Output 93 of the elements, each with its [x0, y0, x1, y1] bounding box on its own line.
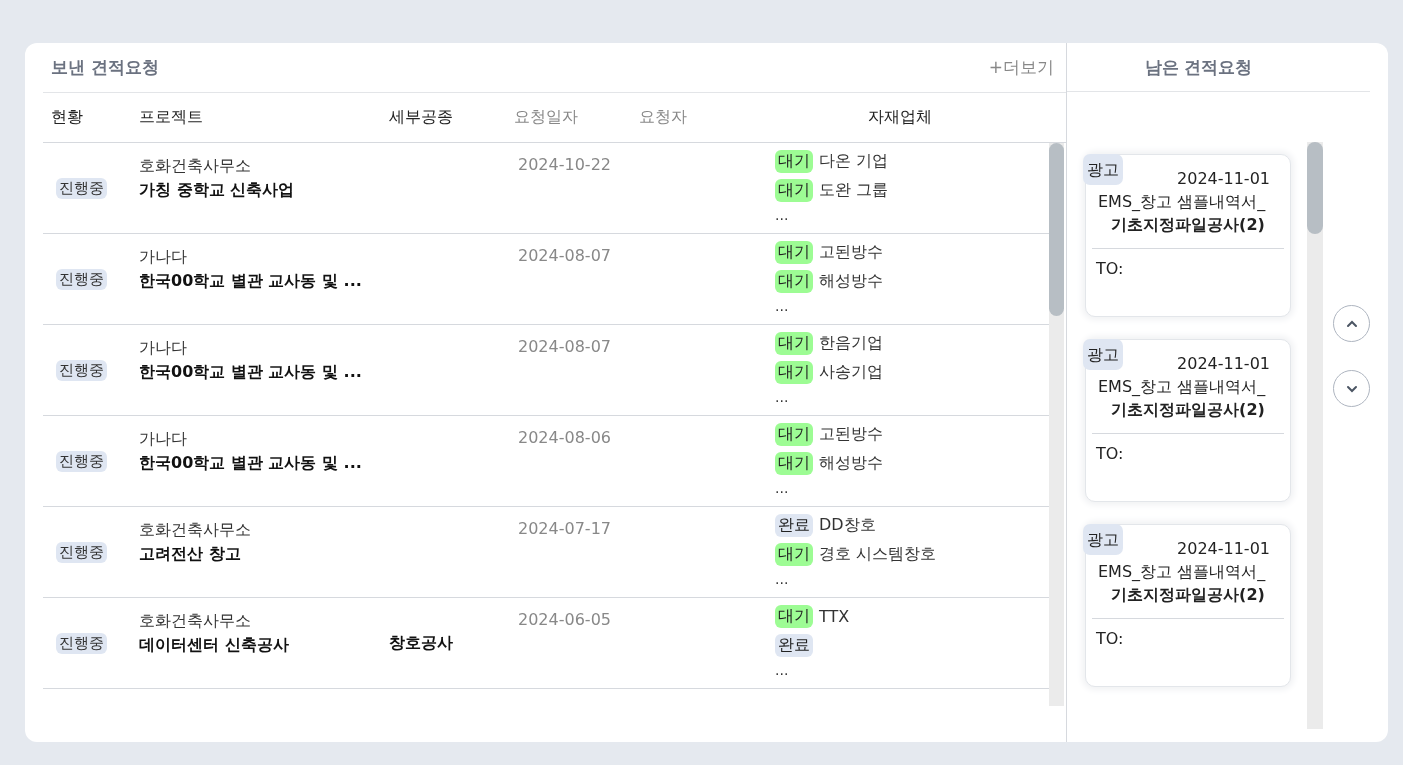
request-date: 2024-10-22	[518, 155, 611, 174]
company-name: 호화건축사무소	[139, 610, 252, 632]
section-title: 남은 견적요청	[1144, 55, 1253, 79]
request-card[interactable]: 광고 2024-11-01 EMS_창고 샘플내역서_ 기초지정파일공사(2) TO:	[1085, 154, 1291, 317]
column-header: 자재업체	[867, 107, 933, 128]
company-name: 가나다	[139, 246, 188, 268]
project-name: 한국00학교 별관 교사동 및 ...	[139, 361, 363, 383]
more-vendors: ...	[775, 479, 790, 498]
recipient-label: TO:	[1095, 259, 1125, 278]
chevron-down-icon	[1345, 384, 1358, 393]
more-vendors: ...	[775, 570, 790, 589]
project-name: 고려전산 창고	[139, 543, 242, 565]
vendor-name: 한음기업	[819, 333, 883, 354]
request-card[interactable]: 광고 2024-11-01 EMS_창고 샘플내역서_ 기초지정파일공사(2) TO:	[1085, 524, 1291, 687]
company-name: 가나다	[139, 337, 188, 359]
company-name: 호화건축사무소	[139, 519, 252, 541]
status-badge: 진행중	[56, 632, 107, 654]
column-header: 요청일자	[513, 107, 579, 128]
status-badge: 진행중	[56, 268, 107, 290]
more-vendors: ...	[775, 661, 790, 680]
column-header: 요청자	[638, 107, 688, 128]
request-date: 2024-07-17	[518, 519, 611, 538]
request-date: 2024-08-07	[518, 337, 611, 356]
vendor-name: 도완 그룹	[819, 180, 889, 201]
status-badge: 진행중	[56, 450, 107, 472]
project-name: 데이터센터 신축공사	[139, 634, 290, 656]
column-header: 세부공종	[388, 107, 454, 128]
table-row[interactable]: 진행중 가나다 한국00학교 별관 교사동 및 ... 2024-08-07 대기 고된방수 대기 해성방수 ...	[43, 234, 1049, 325]
vendor-name: TTX	[819, 607, 850, 626]
card-subtitle: 기초지정파일공사(2)	[1110, 215, 1266, 236]
card-title: EMS_창고 샘플내역서_	[1097, 377, 1267, 398]
vendor-status-tag: 완료	[775, 634, 813, 657]
status-badge: 진행중	[56, 541, 107, 563]
vendor-status-tag: 대기	[775, 605, 813, 628]
vendor-status-tag: 대기	[775, 332, 813, 355]
status-badge: 진행중	[56, 177, 107, 199]
vendor-name: 고된방수	[819, 424, 883, 445]
vendor-name: 경호 시스템창호	[819, 544, 937, 565]
vendor-status-tag: 대기	[775, 150, 813, 173]
request-date: 2024-08-06	[518, 428, 611, 447]
card-title: EMS_창고 샘플내역서_	[1097, 192, 1267, 213]
recipient-label: TO:	[1095, 629, 1125, 648]
vendor-status-tag: 완료	[775, 514, 813, 537]
table-row[interactable]: 진행중 호화건축사무소 고려전산 창고 2024-07-17 완료 DD창호 대기 경호 시스템창호 ...	[43, 507, 1049, 598]
scroll-up-button[interactable]	[1333, 305, 1370, 342]
recipient-label: TO:	[1095, 444, 1125, 463]
work-type: 창호공사	[389, 633, 453, 652]
vendor-status-tag: 대기	[775, 361, 813, 384]
more-vendors: ...	[775, 206, 790, 225]
vendor-status-tag: 대기	[775, 543, 813, 566]
request-card[interactable]: 광고 2024-11-01 EMS_창고 샘플내역서_ 기초지정파일공사(2) TO:	[1085, 339, 1291, 502]
scrollbar[interactable]	[1049, 143, 1064, 706]
category-tag: 광고	[1083, 339, 1123, 370]
scrollbar[interactable]	[1307, 142, 1323, 729]
vendor-status-tag: 대기	[775, 270, 813, 293]
category-tag: 광고	[1083, 524, 1123, 555]
project-name: 한국00학교 별관 교사동 및 ...	[139, 270, 363, 292]
table-row[interactable]: 진행중 호화건축사무소 데이터센터 신축공사 창호공사 2024-06-05 대기 TTX 완료 ...	[43, 598, 1049, 689]
vendor-name: DD창호	[819, 515, 876, 536]
column-header: 현황	[50, 107, 84, 128]
card-date: 2024-11-01	[1177, 539, 1270, 558]
card-date: 2024-11-01	[1177, 354, 1270, 373]
vendor-status-tag: 대기	[775, 179, 813, 202]
card-subtitle: 기초지정파일공사(2)	[1110, 400, 1266, 421]
status-badge: 진행중	[56, 359, 107, 381]
project-name: 한국00학교 별관 교사동 및 ...	[139, 452, 363, 474]
vendor-name: 해성방수	[819, 271, 883, 292]
project-name: 가칭 중학교 신축사업	[139, 179, 296, 201]
column-header: 프로젝트	[138, 107, 204, 128]
card-title: EMS_창고 샘플내역서_	[1097, 562, 1267, 583]
request-date: 2024-08-07	[518, 246, 611, 265]
table-row[interactable]: 진행중 호화건축사무소 가칭 중학교 신축사업 2024-10-22 대기 다온 기업 대기 도완 그룹 ...	[43, 143, 1049, 234]
more-vendors: ...	[775, 388, 790, 407]
more-vendors: ...	[775, 297, 790, 316]
card-date: 2024-11-01	[1177, 169, 1270, 188]
vendor-name: 고된방수	[819, 242, 883, 263]
vendor-status-tag: 대기	[775, 241, 813, 264]
table-row[interactable]: 진행중 가나다 한국00학교 별관 교사동 및 ... 2024-08-07 대기 한음기업 대기 사송기업 ...	[43, 325, 1049, 416]
table-row[interactable]: 진행중 가나다 한국00학교 별관 교사동 및 ... 2024-08-06 대기 고된방수 대기 해성방수 ...	[43, 416, 1049, 507]
request-date: 2024-06-05	[518, 610, 611, 629]
scroll-down-button[interactable]	[1333, 370, 1370, 407]
more-link[interactable]: +더보기	[988, 56, 1066, 79]
vendor-status-tag: 대기	[775, 452, 813, 475]
section-title: 보낸 견적요청	[50, 56, 159, 79]
chevron-up-icon	[1345, 319, 1358, 328]
vendor-name: 해성방수	[819, 453, 883, 474]
vendor-name: 사송기업	[819, 362, 883, 383]
category-tag: 광고	[1083, 154, 1123, 185]
vendor-status-tag: 대기	[775, 423, 813, 446]
vendor-name: 다온 기업	[819, 151, 889, 172]
company-name: 호화건축사무소	[139, 155, 252, 177]
card-subtitle: 기초지정파일공사(2)	[1110, 585, 1266, 606]
company-name: 가나다	[139, 428, 188, 450]
